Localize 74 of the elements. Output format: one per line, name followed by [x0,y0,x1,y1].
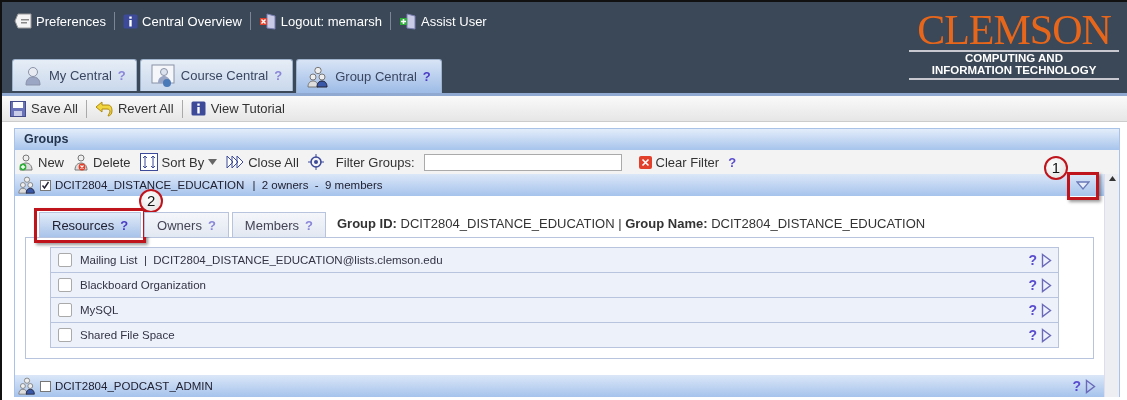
checkbox[interactable] [58,328,72,342]
caret-down-icon [1076,180,1090,190]
target-icon [307,154,324,170]
section-tab[interactable]: Owners ? [144,212,229,237]
logo-subtitle: COMPUTING AND [964,52,1064,64]
toolbar-button[interactable]: View Tutorial [190,101,285,116]
group-icon [18,377,36,395]
toolbar-button[interactable]: Revert All [95,100,174,117]
panel-title: Groups [15,129,1119,150]
help-link[interactable]: ? [1072,378,1081,394]
sort-icon [139,153,158,171]
group-row[interactable]: DCIT2804_DISTANCE_EDUCATION | 2 owners - 9 members [15,174,1104,196]
main-tab[interactable]: My Central ? [12,59,137,91]
group-name: DCIT2804_DISTANCE_EDUCATION [55,179,245,191]
resource-label: Blackboard Organization [80,279,206,291]
help-link[interactable]: ? [1028,252,1037,268]
section-tab[interactable]: Members ? [231,212,326,237]
caret-icon [208,159,218,165]
header-link[interactable]: Assist User [398,12,487,30]
scrollbar[interactable] [1104,174,1119,397]
person-icon [23,65,43,86]
arrow-right-icon[interactable] [1041,302,1052,318]
action-button[interactable]: Close All [226,154,299,170]
toolbar-button[interactable]: Save All [10,100,78,117]
header-link[interactable]: Preferences [14,13,107,29]
arrow-right-icon[interactable] [1041,277,1052,293]
help-link[interactable]: ? [1028,327,1037,343]
filter-label: Filter Groups: [335,154,415,170]
presenter-icon [150,63,175,88]
group-summary: | 2 owners - 9 members [252,179,383,191]
clear-filter-button[interactable]: Clear Filter [638,154,720,170]
help-link[interactable]: ? [728,154,737,170]
checkbox[interactable] [40,380,51,392]
info-icon [123,13,139,29]
close-icon [638,155,652,169]
filter-field[interactable] [423,153,622,171]
main-tab[interactable]: Group Central ? [296,59,442,93]
group-info: Group ID: DCIT2804_DISTANCE_EDUCATION | Group Name: DCIT2804_DISTANCE_EDUCATION [337,216,926,231]
revert-icon [95,100,113,117]
arrow-right-icon[interactable] [1041,327,1052,343]
checkbox[interactable] [58,303,72,317]
save-icon [10,100,26,117]
checkbox[interactable] [58,253,72,267]
logo-subtitle: INFORMATION TECHNOLOGY [909,64,1119,80]
checkbox[interactable] [58,278,72,292]
main-tab[interactable]: Course Central ? [139,59,294,91]
logo-wordmark: CLEMSON [909,10,1119,52]
logout-icon [258,12,277,30]
resource-label: MySQL [80,304,119,316]
action-button[interactable]: Delete [73,153,131,171]
add-person-icon [18,153,34,171]
remove-person-icon [73,153,89,171]
header-link[interactable]: Central Overview [123,13,242,29]
scroll-up-icon[interactable] [1108,176,1116,181]
callout-frame [1067,172,1099,200]
help-link[interactable]: ? [1028,277,1037,293]
help-link[interactable]: ? [1028,302,1037,318]
group-name: DCIT2804_PODCAST_ADMIN [55,380,213,392]
action-button[interactable]: New [18,153,64,171]
arrow-right-icon[interactable] [1041,252,1052,268]
resource-label: Mailing List | DCIT2804_DISTANCE_EDUCATION@lists.clemson.edu [80,254,443,266]
hint-icon [14,13,32,29]
info-icon [190,101,206,116]
section-tab[interactable]: Resources ? [39,212,142,237]
resource-label: Shared File Space [80,329,175,341]
group-icon [307,65,330,88]
checkbox[interactable] [40,179,51,191]
group-icon [18,176,36,194]
arrow-right-icon[interactable] [1085,378,1096,394]
header-link[interactable]: Logout: memarsh [258,12,382,30]
assist-icon [398,12,417,30]
group-row[interactable]: DCIT2804_PODCAST_ADMIN ? [15,375,1104,397]
action-button[interactable]: Sort By [139,153,218,171]
double-arrow-icon [226,155,245,169]
